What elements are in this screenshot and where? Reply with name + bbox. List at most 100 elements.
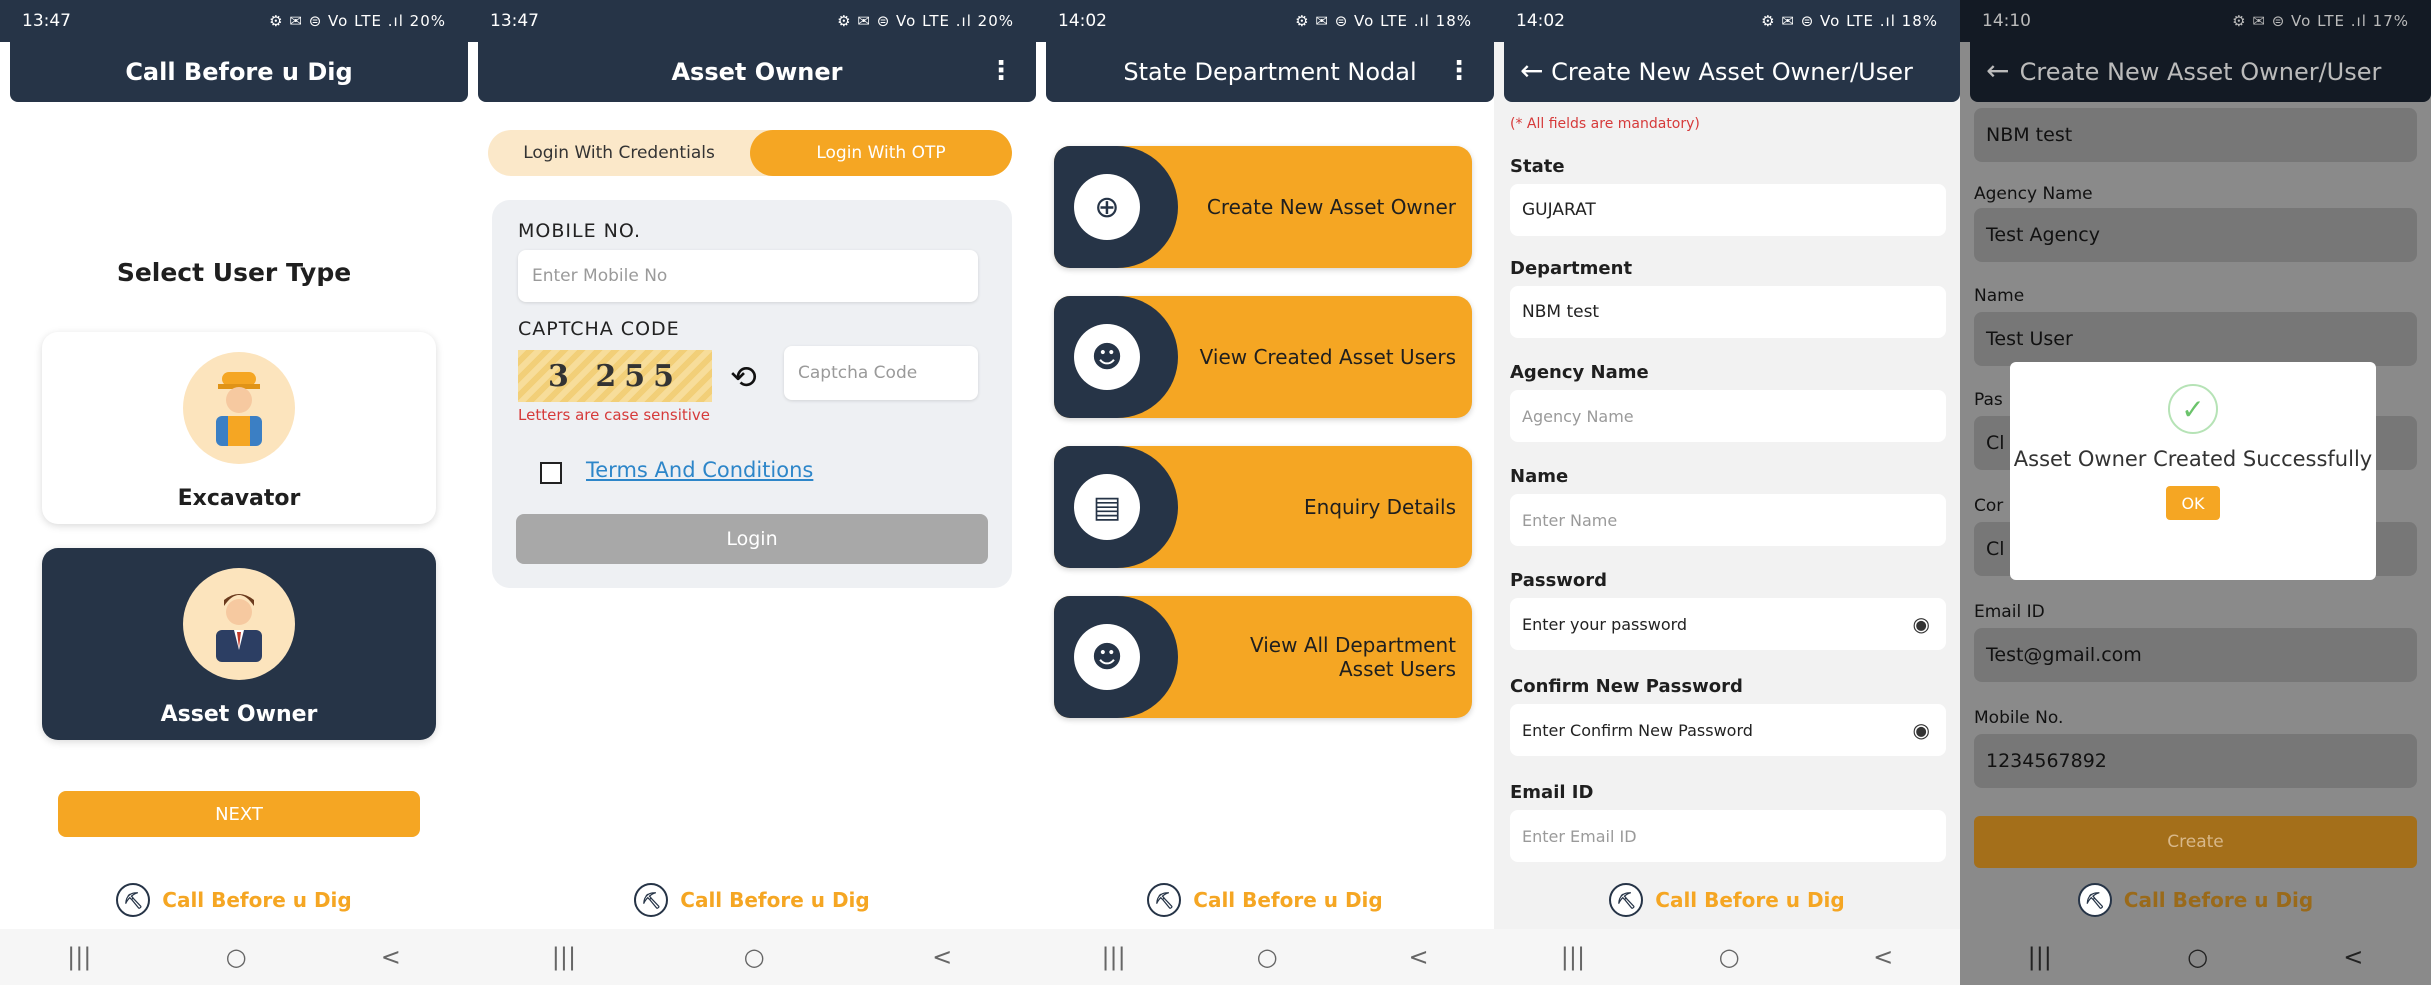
- brand-logo-icon: ⛏: [116, 883, 151, 917]
- user-check-icon: ☻: [1074, 624, 1140, 690]
- name-label: Name: [1974, 286, 2025, 306]
- confirm-password-label: Confirm New Password: [1510, 676, 1743, 697]
- tab-login-credentials[interactable]: Login With Credentials: [488, 130, 750, 176]
- screenshot-collage: 13:47 ⚙ ✉ ⊜ Vo LTE .ıl 20% Call Before u…: [0, 0, 2431, 985]
- back-icon[interactable]: <: [2343, 943, 2363, 971]
- brand-logo-icon: ⛏: [2077, 883, 2112, 917]
- confirm-password-placeholder: Enter Confirm New Password: [1522, 720, 1753, 740]
- asset-owner-login-screen: 13:47 ⚙ ✉ ⊜ Vo LTE .ıl 20% Asset Owner ⋮…: [468, 0, 1036, 985]
- email-label: Email ID: [1510, 782, 1594, 803]
- mobile-input[interactable]: Enter Mobile No: [518, 250, 978, 302]
- status-time: 13:47: [490, 11, 539, 31]
- ok-button[interactable]: OK: [2166, 486, 2220, 521]
- home-icon[interactable]: ○: [1719, 943, 1740, 971]
- recents-icon[interactable]: |||: [1101, 943, 1125, 971]
- status-bar: 13:47 ⚙ ✉ ⊜ Vo LTE .ıl 20%: [0, 0, 468, 42]
- app-bar: Call Before u Dig: [10, 42, 468, 102]
- menu-view-created-asset-users[interactable]: ☻ View Created Asset Users: [1054, 296, 1472, 418]
- state-input[interactable]: GUJARAT: [1510, 184, 1946, 236]
- department-input[interactable]: NBM test: [1510, 286, 1946, 338]
- terms-link[interactable]: Terms And Conditions: [586, 458, 813, 482]
- agency-name-input[interactable]: Test Agency: [1974, 208, 2417, 262]
- department-label: Department: [1510, 258, 1633, 279]
- footer-brand: ⛏ Call Before u Dig: [468, 883, 1036, 917]
- status-icons: ⚙ ✉ ⊜ Vo LTE .ıl 17%: [2232, 12, 2409, 30]
- next-button[interactable]: NEXT: [58, 791, 420, 837]
- home-icon[interactable]: ○: [744, 943, 765, 971]
- asset-owner-card[interactable]: Asset Owner: [42, 548, 436, 740]
- name-label: Name: [1510, 466, 1569, 487]
- password-placeholder: Enter your password: [1522, 614, 1688, 634]
- tab-login-otp[interactable]: Login With OTP: [750, 130, 1012, 176]
- menu-enquiry-details[interactable]: ▤ Enquiry Details: [1054, 446, 1472, 568]
- home-icon[interactable]: ○: [2187, 943, 2208, 971]
- system-nav-bar: ||| ○ <: [1494, 929, 1960, 985]
- asset-owner-created-screen: 14:10 ⚙ ✉ ⊜ Vo LTE .ıl 17% ← Create New …: [1960, 0, 2431, 985]
- login-button[interactable]: Login: [516, 514, 988, 564]
- recents-icon[interactable]: |||: [2028, 943, 2052, 971]
- show-confirm-password-icon[interactable]: ◉: [1913, 718, 1930, 742]
- status-icons: ⚙ ✉ ⊜ Vo LTE .ıl 20%: [837, 12, 1014, 30]
- document-icon: ▤: [1074, 474, 1140, 540]
- asset-owner-avatar-icon: [183, 568, 295, 680]
- confirm-password-input[interactable]: Enter Confirm New Password ◉: [1510, 704, 1946, 756]
- mobile-input[interactable]: 1234567892: [1974, 734, 2417, 788]
- refresh-captcha-icon[interactable]: ⟲: [730, 358, 757, 396]
- status-bar: 14:02 ⚙ ✉ ⊜ Vo LTE .ıl 18%: [1036, 0, 1494, 42]
- email-input[interactable]: Test@gmail.com: [1974, 628, 2417, 682]
- home-icon[interactable]: ○: [1257, 943, 1278, 971]
- app-title: Asset Owner: [671, 58, 843, 86]
- email-label: Email ID: [1974, 602, 2045, 622]
- footer-brand: ⛏ Call Before u Dig: [1494, 883, 1960, 917]
- create-button[interactable]: Create: [1974, 816, 2417, 868]
- password-input[interactable]: Enter your password ◉: [1510, 598, 1946, 650]
- success-dialog: ✓ Asset Owner Created Successfully OK: [2010, 362, 2376, 580]
- recents-icon[interactable]: |||: [1561, 943, 1585, 971]
- footer-brand-text: Call Before u Dig: [1193, 888, 1383, 912]
- footer-brand: ⛏ Call Before u Dig: [0, 883, 468, 917]
- recents-icon[interactable]: |||: [67, 943, 91, 971]
- system-nav-bar: ||| ○ <: [1036, 929, 1494, 985]
- menu-view-all-department-asset-users[interactable]: ☻ View All Department Asset Users: [1054, 596, 1472, 718]
- name-input[interactable]: Test User: [1974, 312, 2417, 366]
- excavator-label: Excavator: [177, 486, 301, 511]
- overflow-menu-icon[interactable]: ⋮: [988, 56, 1014, 86]
- department-input[interactable]: NBM test: [1974, 108, 2417, 162]
- back-arrow-icon[interactable]: ←: [1986, 54, 2009, 87]
- app-bar: Asset Owner ⋮: [478, 42, 1036, 102]
- excavator-avatar-icon: [183, 352, 295, 464]
- user-check-icon: ☻: [1074, 324, 1140, 390]
- recents-icon[interactable]: |||: [552, 943, 576, 971]
- asset-owner-label: Asset Owner: [160, 702, 318, 727]
- email-input[interactable]: Enter Email ID: [1510, 810, 1946, 862]
- captcha-input[interactable]: Captcha Code: [784, 346, 978, 400]
- confirm-password-label: Cor: [1974, 496, 2004, 516]
- back-icon[interactable]: <: [1408, 943, 1428, 971]
- home-icon[interactable]: ○: [226, 943, 247, 971]
- status-icons: ⚙ ✉ ⊜ Vo LTE .ıl 20%: [269, 12, 446, 30]
- app-title: State Department Nodal: [1123, 58, 1417, 86]
- back-icon[interactable]: <: [932, 943, 952, 971]
- login-mode-toggle: Login With Credentials Login With OTP: [488, 130, 1012, 176]
- create-asset-owner-form-screen: 14:02 ⚙ ✉ ⊜ Vo LTE .ıl 18% ← Create New …: [1494, 0, 1960, 985]
- show-password-icon[interactable]: ◉: [1913, 612, 1930, 636]
- captcha-image: 3 255: [518, 350, 712, 402]
- footer-brand-text: Call Before u Dig: [680, 888, 870, 912]
- back-icon[interactable]: <: [1873, 943, 1893, 971]
- state-department-nodal-screen: 14:02 ⚙ ✉ ⊜ Vo LTE .ıl 18% State Departm…: [1036, 0, 1494, 985]
- back-arrow-icon[interactable]: ←: [1520, 54, 1543, 87]
- add-user-icon: ⊕: [1074, 174, 1140, 240]
- excavator-card[interactable]: Excavator: [42, 332, 436, 524]
- overflow-menu-icon[interactable]: ⋮: [1446, 56, 1472, 86]
- mobile-label: MOBILE NO.: [518, 220, 642, 242]
- menu-create-new-asset-owner[interactable]: ⊕ Create New Asset Owner: [1054, 146, 1472, 268]
- case-sensitive-note: Letters are case sensitive: [518, 406, 711, 424]
- footer-brand-text: Call Before u Dig: [1655, 888, 1845, 912]
- app-bar: ← Create New Asset Owner/User: [1504, 42, 1960, 102]
- name-input[interactable]: Enter Name: [1510, 494, 1946, 546]
- mandatory-note: (* All fields are mandatory): [1510, 116, 1700, 132]
- password-label: Pas: [1974, 390, 2003, 410]
- back-icon[interactable]: <: [381, 943, 401, 971]
- agency-name-input[interactable]: Agency Name: [1510, 390, 1946, 442]
- terms-checkbox[interactable]: [540, 462, 562, 484]
